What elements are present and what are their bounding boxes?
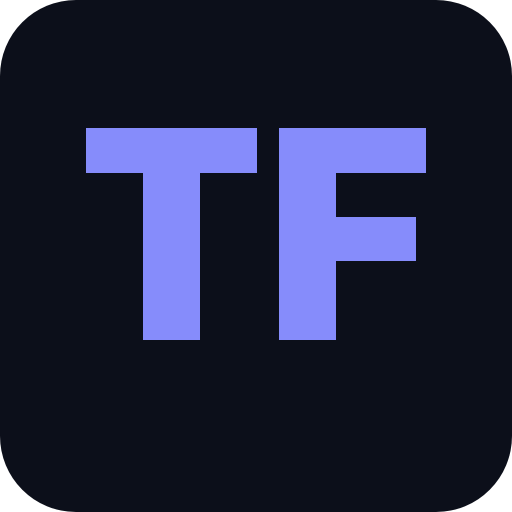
letter-t: [86, 128, 257, 340]
letter-f: [279, 128, 426, 340]
monogram-tf: [86, 128, 426, 340]
app-icon: TF: [0, 0, 512, 512]
